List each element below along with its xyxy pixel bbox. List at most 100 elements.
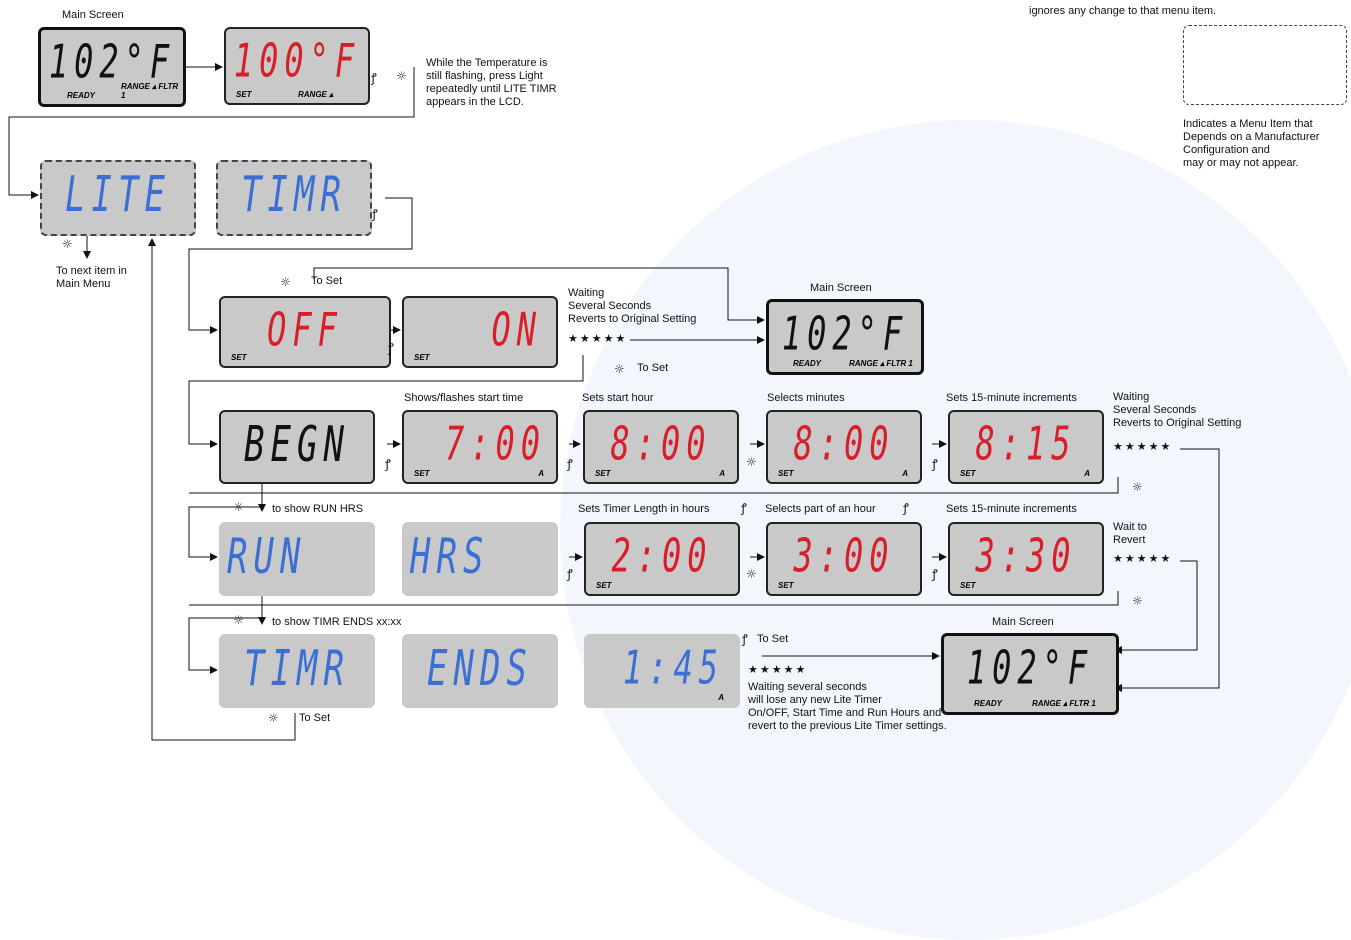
- temp-button-icon: ꝭ: [932, 457, 938, 471]
- set-indicator: SET: [778, 469, 794, 478]
- ready-indicator: READY: [974, 699, 1003, 708]
- am-indicator: A: [718, 693, 724, 702]
- legend-dashed-box: [1183, 25, 1347, 105]
- am-indicator: A: [902, 469, 908, 478]
- lcd-set-temp: 100°F SET RANGE ▴: [224, 27, 370, 105]
- lcd-digits: 102°F: [966, 640, 1094, 696]
- main-screen-title-2: Main Screen: [810, 282, 872, 294]
- lcd-text: TIMR: [244, 640, 350, 698]
- lcd-text: RUN: [227, 528, 307, 586]
- light-button-icon: ☼: [268, 711, 279, 725]
- selects-minutes-label: Selects minutes: [767, 392, 845, 404]
- lcd-hrs: HRS: [402, 522, 558, 596]
- light-button-icon: ☼: [746, 455, 757, 469]
- next-item-label: To next item in Main Menu: [56, 265, 127, 290]
- temp-button-icon: ꝭ: [932, 567, 938, 581]
- waiting-several-label-2: Waiting Several Seconds Reverts to Origi…: [1113, 391, 1242, 429]
- sets-length-label: Sets Timer Length in hours: [578, 503, 710, 515]
- light-button-icon: ☼: [614, 362, 625, 376]
- temp-button-icon: ꝭ: [741, 501, 747, 515]
- sets-15-label: Sets 15-minute increments: [946, 392, 1077, 404]
- lcd-main-screen-1: 102°F READY RANGE ▴ FLTR 1: [38, 27, 186, 107]
- temp-button-icon: ꝭ: [567, 457, 573, 471]
- light-button-icon: ☼: [280, 275, 291, 289]
- ready-indicator: READY: [793, 359, 822, 368]
- range-indicator: RANGE ▴: [298, 90, 334, 99]
- waiting-several-label: Waiting Several Seconds Reverts to Origi…: [568, 287, 697, 325]
- set-indicator: SET: [236, 90, 252, 99]
- lcd-text: OFF: [267, 302, 343, 358]
- sets-15-label-2: Sets 15-minute increments: [946, 503, 1077, 515]
- lite-timer-flowchart: ignores any change to that menu item. In…: [0, 0, 1351, 940]
- light-button-icon: ☼: [1132, 594, 1143, 608]
- light-button-icon: ☼: [62, 237, 73, 251]
- lcd-start-minutes: 8:00 SET A: [766, 410, 922, 484]
- wait-revert-label: Wait to Revert: [1113, 521, 1147, 546]
- lcd-digits: 100°F: [233, 33, 361, 89]
- lcd-digits: 8:00: [610, 416, 712, 472]
- lcd-lite: LITE: [40, 160, 196, 236]
- wait-stars-3: ★★★★★: [1113, 552, 1173, 565]
- lcd-start-800: 8:00 SET A: [583, 410, 739, 484]
- lcd-run: RUN: [219, 522, 375, 596]
- range-filter-indicator: RANGE ▴ FLTR 1: [1032, 699, 1096, 708]
- wait-stars-4: ★★★★★: [748, 663, 808, 676]
- lcd-digits: 102°F: [48, 34, 176, 90]
- set-indicator: SET: [595, 469, 611, 478]
- selects-part-label: Selects part of an hour: [765, 503, 876, 515]
- set-indicator: SET: [414, 469, 430, 478]
- am-indicator: A: [1084, 469, 1090, 478]
- set-indicator: SET: [596, 581, 612, 590]
- range-filter-indicator: RANGE ▴ FLTR 1: [849, 359, 913, 368]
- lcd-text: TIMR: [241, 166, 347, 224]
- legend-text: Indicates a Menu Item that Depends on a …: [1183, 118, 1320, 169]
- lcd-digits: 1:45: [622, 640, 724, 696]
- sets-hour-label: Sets start hour: [582, 392, 654, 404]
- ready-indicator: READY: [67, 91, 96, 100]
- light-button-icon: ☼: [233, 613, 244, 627]
- main-screen-title-1: Main Screen: [62, 9, 124, 21]
- lcd-begn: BEGN: [219, 410, 375, 484]
- set-indicator: SET: [778, 581, 794, 590]
- lcd-main-screen-3: 102°F READY RANGE ▴ FLTR 1: [941, 633, 1119, 715]
- light-button-icon: ☼: [1132, 480, 1143, 494]
- lcd-timr: TIMR: [216, 160, 372, 236]
- lcd-digits: 2:00: [611, 528, 713, 584]
- wait-stars-2: ★★★★★: [1113, 440, 1173, 453]
- set-indicator: SET: [231, 353, 247, 362]
- set-indicator: SET: [960, 581, 976, 590]
- temp-button-icon: ꝭ: [388, 341, 394, 355]
- flash-note: While the Temperature is still flashing,…: [426, 57, 557, 108]
- main-screen-title-3: Main Screen: [992, 616, 1054, 628]
- lcd-run-330: 3:30 SET: [948, 522, 1104, 596]
- to-set-label-2: To Set: [637, 362, 669, 374]
- wait-stars: ★★★★★: [568, 332, 628, 345]
- temp-button-icon: ꝭ: [372, 207, 378, 221]
- lcd-ends-time: 1:45 A: [584, 634, 740, 708]
- lcd-on: ON SET: [402, 296, 558, 368]
- lcd-timr-2: TIMR: [219, 634, 375, 708]
- lcd-text: LITE: [65, 166, 171, 224]
- am-indicator: A: [719, 469, 725, 478]
- light-button-icon: ☼: [396, 69, 407, 83]
- temp-button-icon: ꝭ: [385, 457, 391, 471]
- set-indicator: SET: [414, 353, 430, 362]
- temp-button-icon: ꝭ: [371, 71, 377, 85]
- temp-button-icon: ꝭ: [742, 632, 748, 646]
- lcd-text: ENDS: [427, 640, 533, 698]
- lcd-digits: 3:00: [793, 528, 895, 584]
- lcd-run-300: 3:00 SET: [766, 522, 922, 596]
- to-set-label-3: To Set: [757, 633, 789, 645]
- shows-start-label: Shows/flashes start time: [404, 392, 524, 404]
- lcd-main-screen-2: 102°F READY RANGE ▴ FLTR 1: [766, 299, 924, 375]
- lcd-text: HRS: [410, 528, 490, 586]
- lcd-ends: ENDS: [402, 634, 558, 708]
- lcd-run-200: 2:00 SET: [584, 522, 740, 596]
- lcd-start-815: 8:15 SET A: [948, 410, 1104, 484]
- lcd-digits: 3:30: [975, 528, 1077, 584]
- set-indicator: SET: [960, 469, 976, 478]
- lcd-digits: 7:00: [444, 416, 546, 472]
- to-set-label-4: To Set: [299, 712, 331, 724]
- losing-note: Waiting several seconds will lose any ne…: [748, 681, 947, 732]
- to-set-label: To Set: [311, 275, 343, 287]
